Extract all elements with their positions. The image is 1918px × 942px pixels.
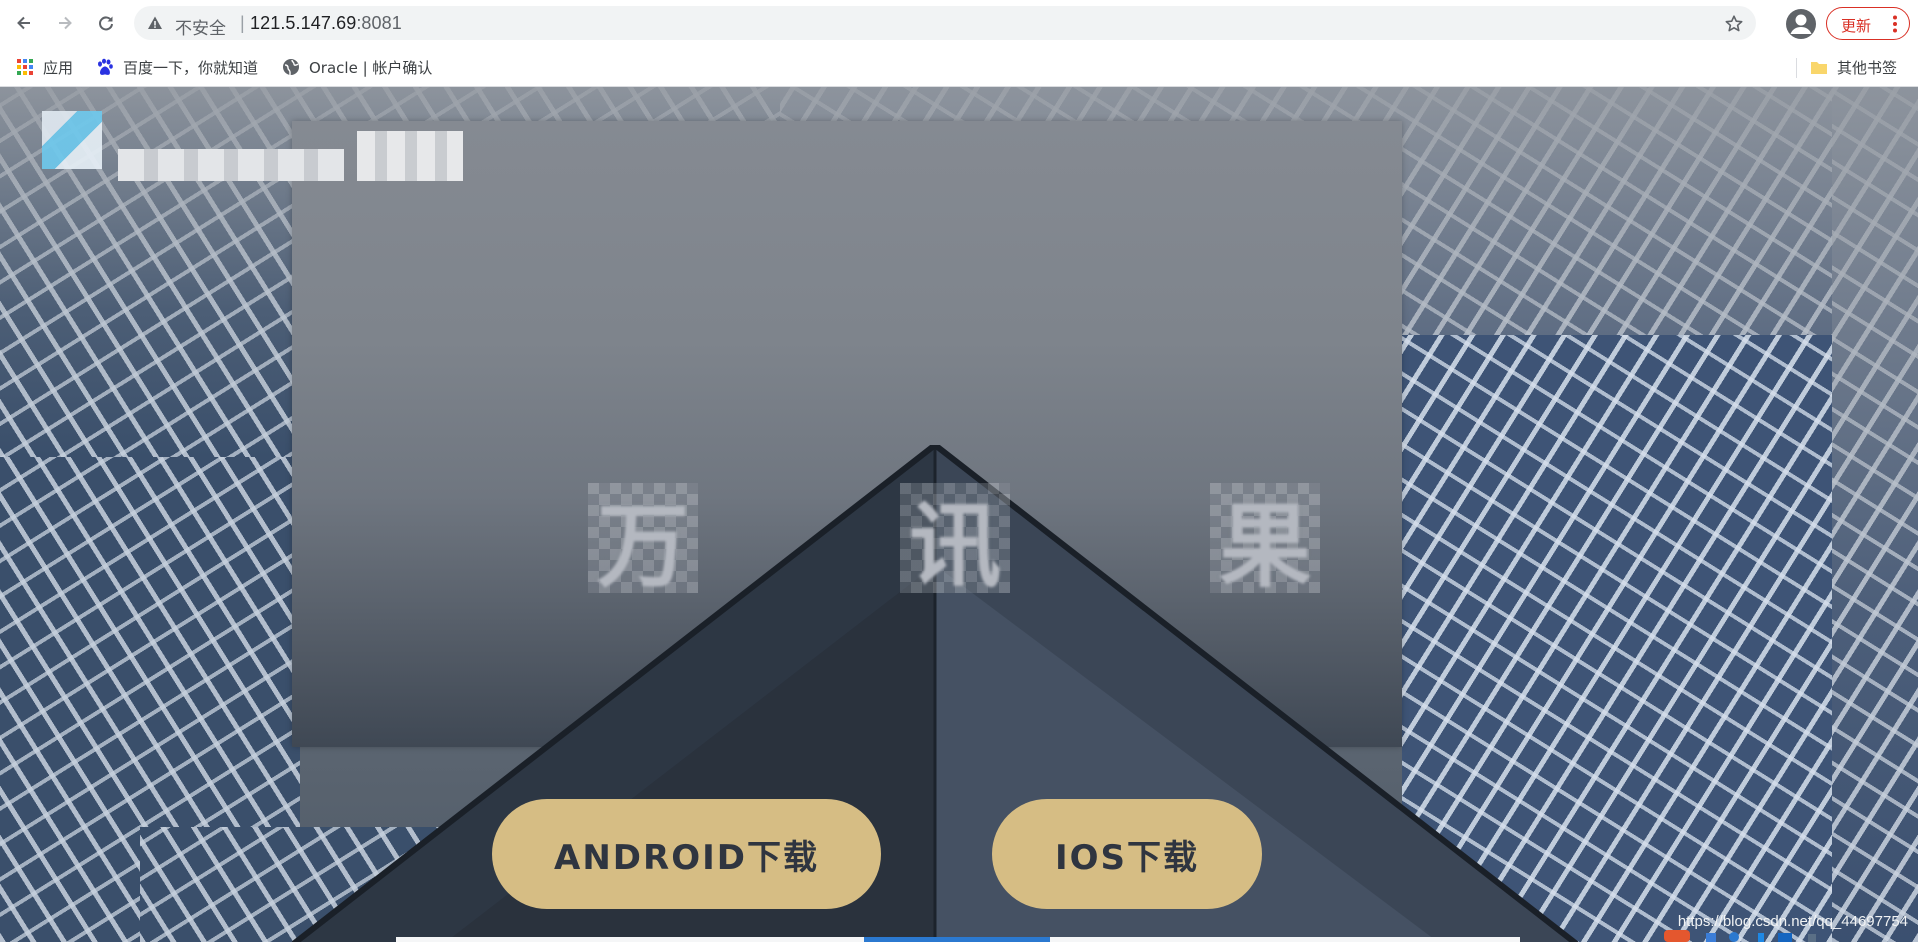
forward-button[interactable] (49, 7, 81, 39)
bookmark-star-icon[interactable] (1724, 14, 1744, 34)
bookmark-other-label: 其他书签 (1837, 58, 1898, 77)
update-button[interactable]: 更新 (1826, 7, 1910, 40)
warning-icon (148, 16, 162, 29)
background-tile-far-right (1832, 87, 1918, 942)
folder-icon (1811, 62, 1827, 74)
logo-wordmark (118, 149, 344, 181)
forward-arrow-icon (59, 16, 72, 30)
more-menu-icon (1893, 15, 1897, 33)
browser-toolbar: 不安全 | 121.5.147.69:8081 更新 (0, 0, 1918, 47)
brand-char-2: 讯 (908, 492, 1001, 600)
logo-mark-icon (42, 111, 102, 169)
bookmark-baidu-label: 百度一下，你就知道 (123, 58, 259, 77)
bookmark-oracle[interactable]: Oracle | 帐户确认 (282, 55, 432, 79)
reload-button[interactable] (90, 7, 122, 39)
bookmark-oracle-label: Oracle | 帐户确认 (309, 58, 433, 77)
bookmark-baidu[interactable]: 百度一下，你就知道 (96, 55, 258, 79)
bookmark-other-folder[interactable]: 其他书签 (1810, 55, 1897, 79)
address-bar[interactable]: 不安全 | 121.5.147.69:8081 (134, 6, 1756, 40)
brand-char-1: 万 (596, 492, 689, 600)
taskbar-active-indicator (864, 937, 1050, 942)
bookmarks-bar: 应用 百度一下，你就知道 Oracle | 帐户确认 其他书签 (0, 47, 1918, 87)
back-button[interactable] (8, 7, 40, 39)
address-separator: | (240, 13, 245, 33)
back-arrow-icon (17, 16, 30, 30)
security-label[interactable]: 不安全 (175, 14, 226, 39)
reload-icon (99, 16, 113, 31)
android-download-button[interactable]: ANDROID下载 (492, 799, 881, 909)
baidu-paw-icon (98, 58, 113, 75)
bookmark-apps-label: 应用 (43, 58, 74, 77)
web-page: 万 讯 果 ANDROID下载 IOS下载 https://blog.csdn.… (0, 87, 1918, 942)
ios-download-button[interactable]: IOS下载 (992, 799, 1262, 909)
site-logo[interactable] (42, 111, 482, 181)
url-port: :8081 (356, 13, 402, 33)
taskbar-preview-strip (396, 937, 1520, 942)
bookmark-apps[interactable]: 应用 (16, 55, 73, 79)
url-text[interactable]: 121.5.147.69:8081 (250, 13, 402, 34)
globe-icon (283, 59, 299, 75)
bookmarks-separator (1796, 58, 1797, 78)
system-tray-icons (1664, 930, 1816, 942)
apps-grid-icon (17, 59, 33, 75)
brand-char-3: 果 (1218, 492, 1311, 600)
account-icon (1790, 14, 1812, 34)
update-label: 更新 (1841, 17, 1872, 35)
url-host: 121.5.147.69 (250, 13, 357, 33)
profile-avatar-button[interactable] (1786, 9, 1816, 39)
logo-wordmark-secondary (357, 131, 463, 181)
